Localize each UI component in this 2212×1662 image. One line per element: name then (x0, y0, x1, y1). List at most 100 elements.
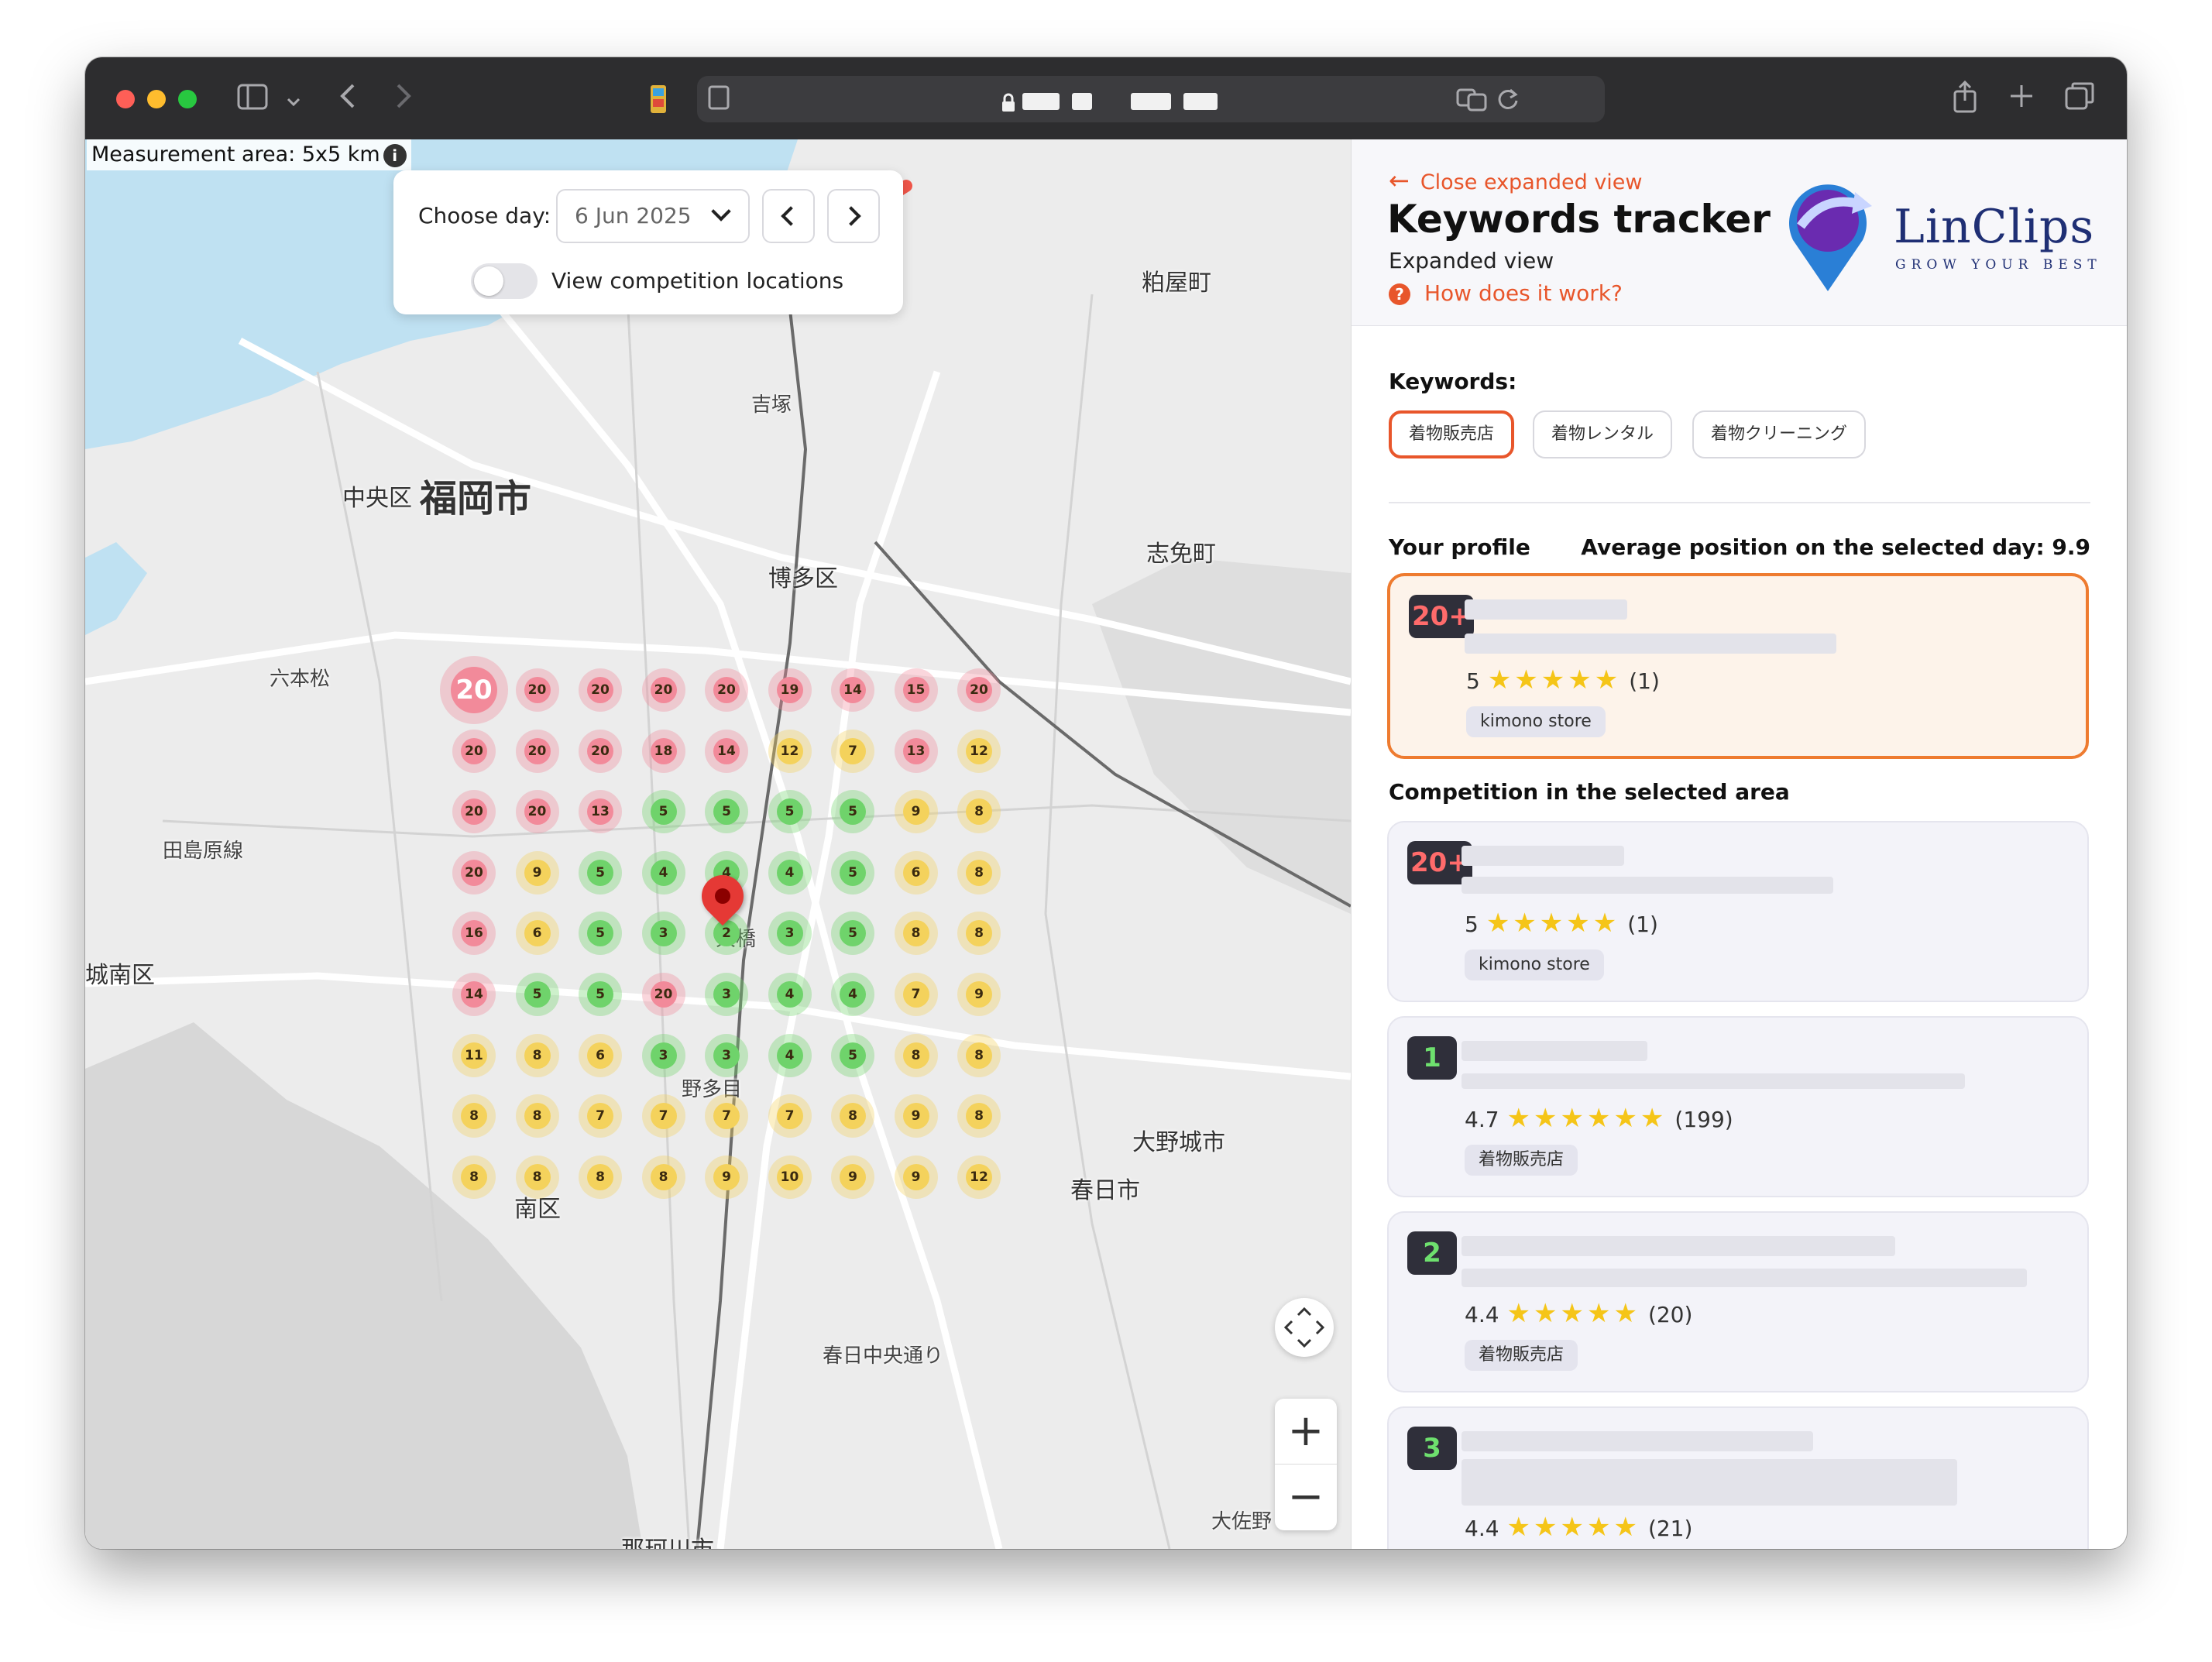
rank-marker[interactable]: 3 (776, 920, 803, 947)
rank-marker[interactable]: 5 (650, 798, 677, 826)
reader-icon[interactable] (708, 85, 730, 115)
previous-day-button[interactable] (762, 189, 815, 243)
rank-marker[interactable]: 12 (966, 737, 992, 764)
competitor-card[interactable]: 2 4.4 ★★★★★ (20) 着物販売店 (1387, 1211, 2089, 1392)
rank-marker[interactable]: 7 (776, 1103, 803, 1130)
rank-marker[interactable]: 20 (587, 737, 613, 764)
rank-marker[interactable]: 20 (713, 677, 740, 703)
rank-marker[interactable]: 5 (587, 859, 613, 886)
zoom-out-button[interactable]: − (1275, 1465, 1337, 1530)
rank-marker[interactable]: 20 (966, 677, 992, 703)
rank-marker[interactable]: 8 (587, 1163, 613, 1190)
rank-marker[interactable]: 8 (461, 1163, 487, 1190)
rank-marker[interactable]: 5 (524, 981, 551, 1008)
minimize-window-button[interactable] (147, 90, 166, 108)
rank-marker[interactable]: 14 (840, 677, 866, 703)
sidebar-icon[interactable] (237, 84, 268, 115)
rank-marker[interactable]: 9 (713, 1163, 740, 1190)
rank-marker[interactable]: 20 (524, 677, 551, 703)
rank-marker[interactable]: 7 (713, 1103, 740, 1130)
rank-marker[interactable]: 9 (966, 981, 992, 1008)
rank-marker[interactable]: 4 (840, 981, 866, 1008)
rank-marker[interactable]: 6 (524, 920, 551, 947)
rank-marker[interactable]: 19 (776, 677, 803, 703)
rank-marker[interactable]: 8 (840, 1103, 866, 1130)
rank-marker[interactable]: 15 (902, 677, 929, 703)
rank-marker[interactable]: 8 (966, 798, 992, 826)
rank-marker[interactable]: 9 (902, 1163, 929, 1190)
rank-marker[interactable]: 12 (776, 737, 803, 764)
forward-icon[interactable] (393, 81, 414, 116)
tab-overview-icon[interactable] (2065, 82, 2094, 115)
close-expanded-view-link[interactable]: ← Close expanded view (1389, 166, 1643, 195)
close-window-button[interactable] (116, 90, 135, 108)
competitor-card[interactable]: 20+ 5 ★★★★★ (1) kimono store (1387, 821, 2089, 1002)
rank-marker[interactable]: 5 (840, 859, 866, 886)
rank-marker[interactable]: 3 (650, 1042, 677, 1069)
rank-marker[interactable]: 10 (776, 1163, 803, 1190)
rank-marker[interactable]: 8 (902, 920, 929, 947)
rank-marker[interactable]: 8 (524, 1163, 551, 1190)
rank-marker[interactable]: 4 (776, 1042, 803, 1069)
rank-marker[interactable]: 20 (524, 737, 551, 764)
new-tab-icon[interactable] (2009, 84, 2034, 113)
rank-marker[interactable]: 7 (650, 1103, 677, 1130)
keyword-chip-3[interactable]: 着物クリーニング (1692, 410, 1867, 458)
rank-marker[interactable]: 14 (713, 737, 740, 764)
info-icon[interactable]: i (383, 143, 407, 167)
rank-marker[interactable]: 8 (966, 1103, 992, 1130)
competitor-card[interactable]: 1 4.7 ★★★★★★ (199) 着物販売店 (1387, 1016, 2089, 1197)
rank-marker[interactable]: 18 (650, 737, 677, 764)
rank-marker[interactable]: 20 (451, 667, 497, 713)
rank-marker[interactable]: 3 (713, 981, 740, 1008)
profile-card[interactable]: 20+ 5 ★★★★★ (1) kimono store (1387, 573, 2089, 759)
rank-marker[interactable]: 6 (902, 859, 929, 886)
competitor-card[interactable]: 3 4.4 ★★★★★ (21) (1387, 1406, 2089, 1549)
rank-marker[interactable]: 20 (461, 798, 487, 826)
rank-marker[interactable]: 20 (587, 677, 613, 703)
rank-marker[interactable]: 9 (902, 798, 929, 826)
reload-icon[interactable] (1496, 87, 1520, 116)
extension-icon[interactable] (649, 84, 668, 119)
rank-marker[interactable]: 3 (713, 1042, 740, 1069)
rank-marker[interactable]: 5 (840, 1042, 866, 1069)
rank-marker[interactable]: 5 (840, 798, 866, 826)
next-day-button[interactable] (827, 189, 880, 243)
rank-marker[interactable]: 8 (966, 1042, 992, 1069)
competition-locations-toggle[interactable] (471, 263, 538, 299)
rank-marker[interactable]: 12 (966, 1163, 992, 1190)
rank-marker[interactable]: 14 (461, 981, 487, 1008)
translate-icon[interactable] (1456, 87, 1487, 116)
rank-marker[interactable]: 9 (524, 859, 551, 886)
rank-marker[interactable]: 4 (776, 859, 803, 886)
rank-marker[interactable]: 5 (713, 798, 740, 826)
rank-marker[interactable]: 20 (461, 737, 487, 764)
rank-marker[interactable]: 8 (650, 1163, 677, 1190)
rank-marker[interactable]: 8 (902, 1042, 929, 1069)
rank-marker[interactable]: 20 (461, 859, 487, 886)
rank-marker[interactable]: 3 (650, 920, 677, 947)
rank-marker[interactable]: 9 (902, 1103, 929, 1130)
rank-marker[interactable]: 20 (650, 677, 677, 703)
share-icon[interactable] (1952, 80, 1978, 118)
chevron-down-icon[interactable] (285, 85, 302, 115)
rank-marker[interactable]: 7 (840, 737, 866, 764)
rank-marker[interactable]: 8 (524, 1103, 551, 1130)
rank-marker[interactable]: 4 (650, 859, 677, 886)
rank-marker[interactable]: 5 (776, 798, 803, 826)
rank-marker[interactable]: 7 (587, 1103, 613, 1130)
back-icon[interactable] (338, 81, 358, 116)
rank-marker[interactable]: 20 (524, 798, 551, 826)
address-bar[interactable] (697, 76, 1605, 122)
rank-marker[interactable]: 7 (902, 981, 929, 1008)
rank-marker[interactable]: 13 (587, 798, 613, 826)
rank-marker[interactable]: 5 (587, 981, 613, 1008)
rank-marker[interactable]: 8 (966, 859, 992, 886)
map-view[interactable]: Measurement area: 5x5 km i 福岡市 中央区 博多区 南区… (85, 139, 1351, 1549)
rank-marker[interactable]: 9 (840, 1163, 866, 1190)
rank-marker[interactable]: 20 (650, 981, 677, 1008)
recenter-button[interactable] (1275, 1298, 1334, 1357)
rank-marker[interactable]: 4 (776, 981, 803, 1008)
zoom-in-button[interactable]: + (1275, 1399, 1337, 1465)
keyword-chip-1[interactable]: 着物販売店 (1389, 410, 1515, 458)
